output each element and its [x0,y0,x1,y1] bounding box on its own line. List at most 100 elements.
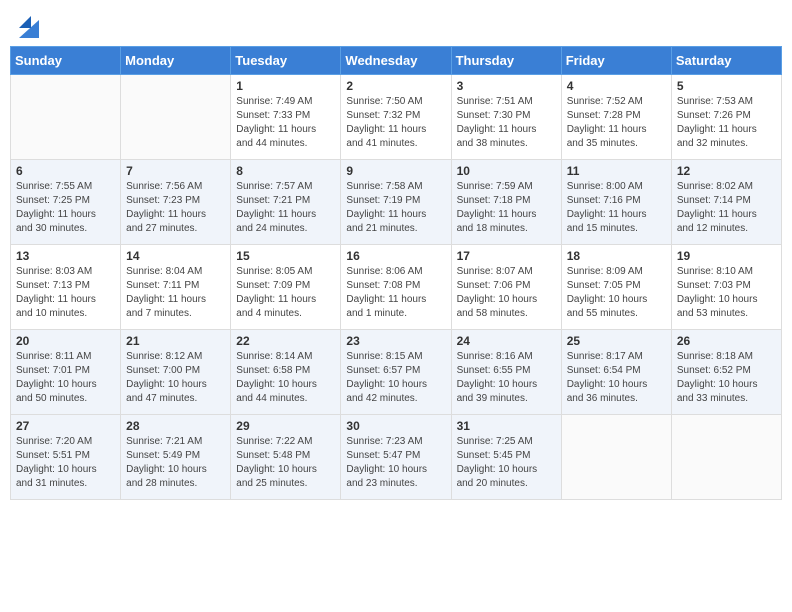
calendar-day-cell: 18 Sunrise: 8:09 AM Sunset: 7:05 PM Dayli… [561,245,671,330]
day-of-week-header: Wednesday [341,47,451,75]
calendar-week-row: 6Sunrise: 7:55 AM Sunset: 7:25 PM Daylig… [11,160,782,245]
calendar-day-cell: 24Sunrise: 8:16 AM Sunset: 6:55 PM Dayli… [451,330,561,415]
calendar-day-cell: 3 Sunrise: 7:51 AM Sunset: 7:30 PM Daylig… [451,75,561,160]
calendar-day-cell: 1Sunrise: 7:49 AM Sunset: 7:33 PM Daylig… [231,75,341,160]
day-of-week-header: Thursday [451,47,561,75]
day-number: 18 [567,249,666,263]
day-info: Sunrise: 7:25 AM Sunset: 5:45 PM Dayligh… [457,435,556,491]
day-number: 8 [236,164,335,178]
day-number: 17 [457,249,556,263]
day-number: 28 [126,419,225,433]
calendar-empty-cell [561,415,671,500]
calendar-day-cell: 4 Sunrise: 7:52 AM Sunset: 7:28 PM Daylig… [561,75,671,160]
calendar-day-cell: 11 Sunrise: 8:00 AM Sunset: 7:16 PM Dayli… [561,160,671,245]
day-number: 12 [677,164,776,178]
day-info: Sunrise: 8:02 AM Sunset: 7:14 PM Dayligh… [677,180,776,236]
day-number: 5 [677,79,776,93]
day-number: 16 [346,249,445,263]
day-number: 13 [16,249,115,263]
calendar-day-cell: 31 Sunrise: 7:25 AM Sunset: 5:45 PM Dayli… [451,415,561,500]
calendar-day-cell: 17 Sunrise: 8:07 AM Sunset: 7:06 PM Dayli… [451,245,561,330]
day-info: Sunrise: 8:11 AM Sunset: 7:01 PM Dayligh… [16,350,115,406]
day-info: Sunrise: 8:09 AM Sunset: 7:05 PM Dayligh… [567,265,666,321]
day-info: Sunrise: 7:52 AM Sunset: 7:28 PM Dayligh… [567,95,666,151]
calendar-day-cell: 12 Sunrise: 8:02 AM Sunset: 7:14 PM Dayli… [671,160,781,245]
day-info: Sunrise: 7:56 AM Sunset: 7:23 PM Dayligh… [126,180,225,236]
day-info: Sunrise: 7:22 AM Sunset: 5:48 PM Dayligh… [236,435,335,491]
day-number: 6 [16,164,115,178]
day-of-week-header: Saturday [671,47,781,75]
calendar-day-cell: 22Sunrise: 8:14 AM Sunset: 6:58 PM Dayli… [231,330,341,415]
day-number: 15 [236,249,335,263]
day-info: Sunrise: 7:53 AM Sunset: 7:26 PM Dayligh… [677,95,776,151]
day-number: 7 [126,164,225,178]
calendar-table: SundayMondayTuesdayWednesdayThursdayFrid… [10,46,782,500]
calendar-day-cell: 16 Sunrise: 8:06 AM Sunset: 7:08 PM Dayli… [341,245,451,330]
day-info: Sunrise: 7:58 AM Sunset: 7:19 PM Dayligh… [346,180,445,236]
day-info: Sunrise: 8:06 AM Sunset: 7:08 PM Dayligh… [346,265,445,321]
day-number: 27 [16,419,115,433]
day-info: Sunrise: 7:59 AM Sunset: 7:18 PM Dayligh… [457,180,556,236]
day-number: 31 [457,419,556,433]
calendar-week-row: 20Sunrise: 8:11 AM Sunset: 7:01 PM Dayli… [11,330,782,415]
day-info: Sunrise: 8:04 AM Sunset: 7:11 PM Dayligh… [126,265,225,321]
day-info: Sunrise: 8:14 AM Sunset: 6:58 PM Dayligh… [236,350,335,406]
day-info: Sunrise: 7:20 AM Sunset: 5:51 PM Dayligh… [16,435,115,491]
logo [15,10,39,38]
day-info: Sunrise: 8:18 AM Sunset: 6:52 PM Dayligh… [677,350,776,406]
calendar-week-row: 13 Sunrise: 8:03 AM Sunset: 7:13 PM Dayli… [11,245,782,330]
page-header [10,10,782,38]
day-info: Sunrise: 7:21 AM Sunset: 5:49 PM Dayligh… [126,435,225,491]
day-number: 2 [346,79,445,93]
calendar-week-row: 1Sunrise: 7:49 AM Sunset: 7:33 PM Daylig… [11,75,782,160]
calendar-day-cell: 6Sunrise: 7:55 AM Sunset: 7:25 PM Daylig… [11,160,121,245]
day-number: 10 [457,164,556,178]
day-number: 30 [346,419,445,433]
calendar-empty-cell [671,415,781,500]
calendar-day-cell: 26 Sunrise: 8:18 AM Sunset: 6:52 PM Dayli… [671,330,781,415]
day-info: Sunrise: 7:23 AM Sunset: 5:47 PM Dayligh… [346,435,445,491]
day-info: Sunrise: 7:50 AM Sunset: 7:32 PM Dayligh… [346,95,445,151]
calendar-day-cell: 7 Sunrise: 7:56 AM Sunset: 7:23 PM Daylig… [121,160,231,245]
logo-icon [19,10,39,38]
day-number: 14 [126,249,225,263]
calendar-day-cell: 25 Sunrise: 8:17 AM Sunset: 6:54 PM Dayli… [561,330,671,415]
day-info: Sunrise: 8:05 AM Sunset: 7:09 PM Dayligh… [236,265,335,321]
day-info: Sunrise: 8:07 AM Sunset: 7:06 PM Dayligh… [457,265,556,321]
day-number: 19 [677,249,776,263]
day-number: 24 [457,334,556,348]
day-info: Sunrise: 7:51 AM Sunset: 7:30 PM Dayligh… [457,95,556,151]
calendar-empty-cell [121,75,231,160]
day-info: Sunrise: 8:17 AM Sunset: 6:54 PM Dayligh… [567,350,666,406]
calendar-day-cell: 5 Sunrise: 7:53 AM Sunset: 7:26 PM Daylig… [671,75,781,160]
day-number: 26 [677,334,776,348]
day-info: Sunrise: 8:15 AM Sunset: 6:57 PM Dayligh… [346,350,445,406]
day-number: 25 [567,334,666,348]
day-number: 4 [567,79,666,93]
calendar-day-cell: 15 Sunrise: 8:05 AM Sunset: 7:09 PM Dayli… [231,245,341,330]
calendar-day-cell: 27 Sunrise: 7:20 AM Sunset: 5:51 PM Dayli… [11,415,121,500]
calendar-day-cell: 21 Sunrise: 8:12 AM Sunset: 7:00 PM Dayli… [121,330,231,415]
calendar-day-cell: 8 Sunrise: 7:57 AM Sunset: 7:21 PM Daylig… [231,160,341,245]
calendar-day-cell: 30 Sunrise: 7:23 AM Sunset: 5:47 PM Dayli… [341,415,451,500]
day-of-week-header: Monday [121,47,231,75]
calendar-day-cell: 10 Sunrise: 7:59 AM Sunset: 7:18 PM Dayli… [451,160,561,245]
calendar-day-cell: 2 Sunrise: 7:50 AM Sunset: 7:32 PM Daylig… [341,75,451,160]
day-number: 23 [346,334,445,348]
day-info: Sunrise: 8:00 AM Sunset: 7:16 PM Dayligh… [567,180,666,236]
calendar-day-cell: 29Sunrise: 7:22 AM Sunset: 5:48 PM Dayli… [231,415,341,500]
day-info: Sunrise: 8:12 AM Sunset: 7:00 PM Dayligh… [126,350,225,406]
calendar-day-cell: 14 Sunrise: 8:04 AM Sunset: 7:11 PM Dayli… [121,245,231,330]
calendar-day-cell: 28 Sunrise: 7:21 AM Sunset: 5:49 PM Dayli… [121,415,231,500]
day-info: Sunrise: 7:57 AM Sunset: 7:21 PM Dayligh… [236,180,335,236]
day-number: 21 [126,334,225,348]
calendar-day-cell: 20Sunrise: 8:11 AM Sunset: 7:01 PM Dayli… [11,330,121,415]
day-number: 3 [457,79,556,93]
day-number: 1 [236,79,335,93]
calendar-week-row: 27 Sunrise: 7:20 AM Sunset: 5:51 PM Dayli… [11,415,782,500]
day-of-week-header: Tuesday [231,47,341,75]
calendar-header-row: SundayMondayTuesdayWednesdayThursdayFrid… [11,47,782,75]
day-number: 11 [567,164,666,178]
day-info: Sunrise: 8:03 AM Sunset: 7:13 PM Dayligh… [16,265,115,321]
calendar-day-cell: 19Sunrise: 8:10 AM Sunset: 7:03 PM Dayli… [671,245,781,330]
